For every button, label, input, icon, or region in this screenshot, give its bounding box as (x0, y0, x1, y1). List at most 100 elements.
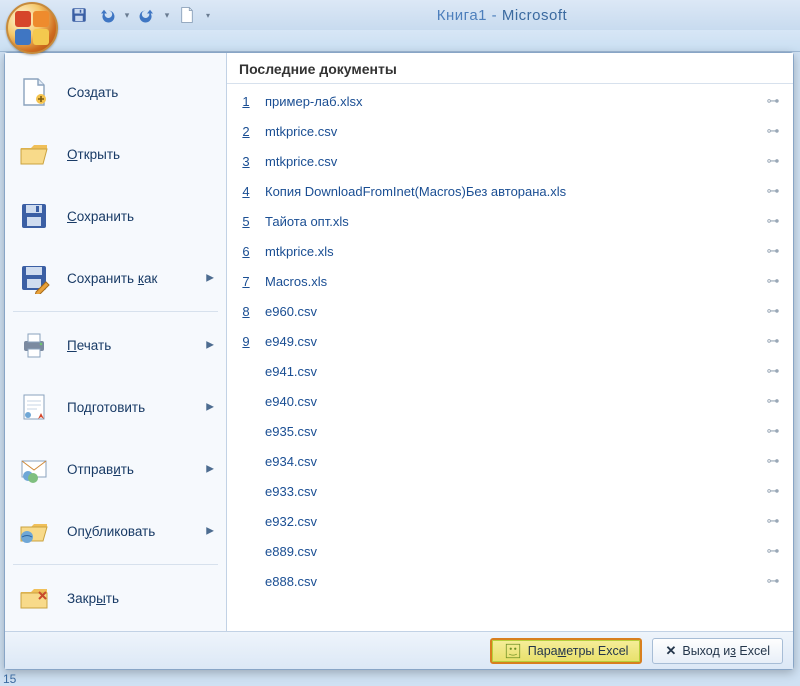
pin-icon[interactable]: ⊶ (763, 573, 783, 589)
recent-index: 8 (237, 304, 255, 319)
recent-document-item[interactable]: e932.csv⊶ (233, 506, 787, 536)
pin-icon[interactable]: ⊶ (763, 303, 783, 319)
window-title-app: Microsoft (502, 7, 567, 24)
floppy-pencil-icon (15, 259, 53, 297)
qat-undo-button[interactable] (94, 3, 120, 27)
button-label: Выход из Excel (682, 644, 770, 658)
recent-index: 3 (237, 154, 255, 169)
submenu-arrow-icon: ▶ (206, 340, 214, 351)
recent-document-item[interactable]: 9e949.csv⊶ (233, 326, 787, 356)
recent-filename: mtkprice.csv (255, 154, 763, 169)
office-logo-icon (15, 11, 49, 45)
menu-item-print[interactable]: Печать ▶ (9, 314, 222, 376)
recent-document-item[interactable]: e888.csv⊶ (233, 566, 787, 596)
recent-document-item[interactable]: 5Тайота опт.xls⊶ (233, 206, 787, 236)
recent-document-item[interactable]: 8e960.csv⊶ (233, 296, 787, 326)
recent-document-item[interactable]: e941.csv⊶ (233, 356, 787, 386)
recent-index: 2 (237, 124, 255, 139)
menu-separator (13, 311, 218, 312)
recent-document-item[interactable]: e934.csv⊶ (233, 446, 787, 476)
recent-documents-header: Последние документы (227, 53, 793, 84)
qat-new-button[interactable] (174, 3, 200, 27)
menu-item-publish[interactable]: Опубликовать ▶ (9, 500, 222, 562)
menu-item-label: Подготовить (67, 400, 145, 415)
new-doc-icon (178, 6, 196, 24)
pin-icon[interactable]: ⊶ (763, 453, 783, 469)
qat-undo-dropdown[interactable]: ▾ (122, 10, 132, 21)
recent-filename: Тайота опт.xls (255, 214, 763, 229)
pin-icon[interactable]: ⊶ (763, 153, 783, 169)
close-x-icon: ✕ (665, 643, 676, 659)
menu-item-label: Отправить (67, 462, 134, 477)
menu-item-save-as[interactable]: Сохранить как ▶ (9, 247, 222, 309)
sheet-row-number: 15 (3, 672, 16, 686)
pin-icon[interactable]: ⊶ (763, 543, 783, 559)
pin-icon[interactable]: ⊶ (763, 243, 783, 259)
office-menu-footer: Параметры Excel ✕ Выход из Excel (5, 631, 793, 669)
window-title: Книга1 - Microsoft (214, 7, 800, 24)
office-menu: Создать Открыть Сохранить Сохранить как (4, 52, 794, 670)
recent-document-item[interactable]: 1пример-лаб.xlsx⊶ (233, 86, 787, 116)
recent-document-item[interactable]: 7Macros.xls⊶ (233, 266, 787, 296)
pin-icon[interactable]: ⊶ (763, 213, 783, 229)
recent-filename: e949.csv (255, 334, 763, 349)
menu-item-label: Открыть (67, 147, 120, 162)
envelope-icon (15, 450, 53, 488)
recent-filename: пример-лаб.xlsx (255, 94, 763, 109)
quick-access-toolbar: ▾ ▾ ▾ (66, 3, 214, 27)
pin-icon[interactable]: ⊶ (763, 183, 783, 199)
pin-icon[interactable]: ⊶ (763, 483, 783, 499)
pin-icon[interactable]: ⊶ (763, 93, 783, 109)
recent-filename: mtkprice.csv (255, 124, 763, 139)
redo-icon (138, 6, 156, 24)
recent-index: 4 (237, 184, 255, 199)
folder-close-icon (15, 579, 53, 617)
excel-options-button[interactable]: Параметры Excel (490, 638, 643, 664)
qat-save-button[interactable] (66, 3, 92, 27)
menu-item-save[interactable]: Сохранить (9, 185, 222, 247)
pin-icon[interactable]: ⊶ (763, 513, 783, 529)
menu-item-prepare[interactable]: Подготовить ▶ (9, 376, 222, 438)
prepare-icon (15, 388, 53, 426)
recent-document-item[interactable]: e940.csv⊶ (233, 386, 787, 416)
recent-filename: e940.csv (255, 394, 763, 409)
ribbon-strip (0, 30, 800, 52)
recent-filename: e933.csv (255, 484, 763, 499)
pin-icon[interactable]: ⊶ (763, 393, 783, 409)
menu-item-send[interactable]: Отправить ▶ (9, 438, 222, 500)
exit-excel-button[interactable]: ✕ Выход из Excel (652, 638, 783, 664)
recent-document-item[interactable]: 6mtkprice.xls⊶ (233, 236, 787, 266)
menu-item-create[interactable]: Создать (9, 61, 222, 123)
pin-icon[interactable]: ⊶ (763, 423, 783, 439)
recent-documents-panel: Последние документы 1пример-лаб.xlsx⊶2mt… (227, 53, 793, 631)
submenu-arrow-icon: ▶ (206, 526, 214, 537)
recent-index: 7 (237, 274, 255, 289)
recent-document-item[interactable]: 3mtkprice.csv⊶ (233, 146, 787, 176)
undo-icon (98, 6, 116, 24)
recent-index: 5 (237, 214, 255, 229)
recent-document-item[interactable]: e935.csv⊶ (233, 416, 787, 446)
qat-redo-dropdown[interactable]: ▾ (162, 10, 172, 21)
office-button[interactable] (6, 2, 58, 54)
pin-icon[interactable]: ⊶ (763, 363, 783, 379)
office-menu-left: Создать Открыть Сохранить Сохранить как (5, 53, 227, 631)
recent-documents-list: 1пример-лаб.xlsx⊶2mtkprice.csv⊶3mtkprice… (227, 84, 793, 631)
button-label: Параметры Excel (528, 644, 629, 658)
pin-icon[interactable]: ⊶ (763, 333, 783, 349)
pin-icon[interactable]: ⊶ (763, 273, 783, 289)
recent-document-item[interactable]: e889.csv⊶ (233, 536, 787, 566)
recent-filename: e941.csv (255, 364, 763, 379)
pin-icon[interactable]: ⊶ (763, 123, 783, 139)
recent-document-item[interactable]: 4Копия DownloadFromInet(Macros)Без автор… (233, 176, 787, 206)
menu-item-open[interactable]: Открыть (9, 123, 222, 185)
recent-document-item[interactable]: 2mtkprice.csv⊶ (233, 116, 787, 146)
recent-document-item[interactable]: e933.csv⊶ (233, 476, 787, 506)
folder-open-icon (15, 135, 53, 173)
qat-customize-dropdown[interactable]: ▾ (202, 11, 214, 20)
menu-item-close[interactable]: Закрыть (9, 567, 222, 629)
qat-redo-button[interactable] (134, 3, 160, 27)
floppy-icon (70, 6, 88, 24)
submenu-arrow-icon: ▶ (206, 273, 214, 284)
recent-filename: Macros.xls (255, 274, 763, 289)
submenu-arrow-icon: ▶ (206, 402, 214, 413)
